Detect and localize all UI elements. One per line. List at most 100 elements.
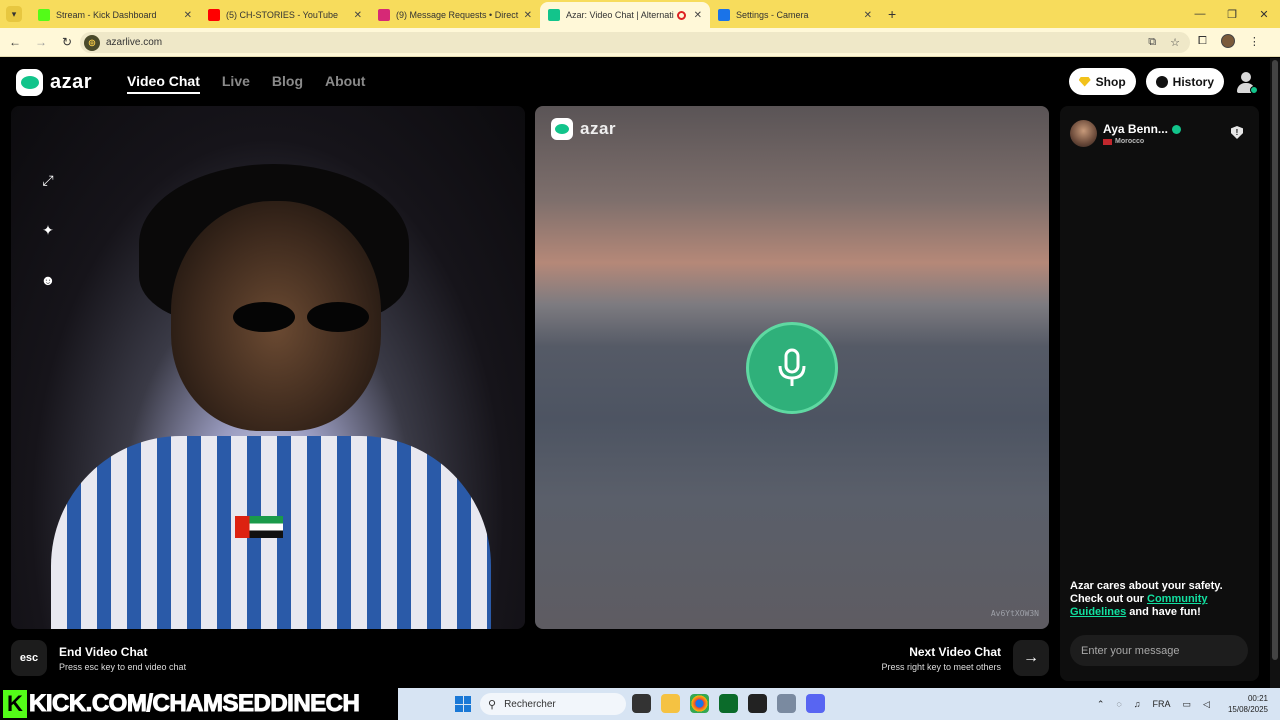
next-chat-hint: Press right key to meet others bbox=[881, 661, 1001, 672]
back-icon[interactable]: ← bbox=[4, 35, 26, 49]
tray-clock[interactable]: 00:21 15/08/2025 bbox=[1228, 693, 1268, 715]
task-view-icon[interactable] bbox=[632, 694, 651, 713]
tab-favicon-icon bbox=[378, 9, 390, 21]
browser-tab[interactable]: Settings - Camera ✕ bbox=[710, 2, 880, 28]
local-video: ⤢ ✦ ☻ bbox=[11, 106, 525, 629]
microphone-icon bbox=[746, 322, 838, 414]
remote-video-watermark: azar bbox=[551, 118, 616, 140]
main-nav: Video Chat Live Blog About bbox=[127, 73, 365, 94]
tab-close-icon[interactable]: ✕ bbox=[184, 10, 192, 21]
remote-video: azar Av6YtXOW3N bbox=[535, 106, 1049, 629]
kick-app-icon[interactable] bbox=[719, 694, 738, 713]
address-bar-row: ← → ↻ ◎ azarlive.com ⧉ ☆ ⧠ ⋮ bbox=[0, 28, 1280, 57]
tray-chevron-up-icon[interactable]: ⌃ bbox=[1097, 699, 1105, 710]
new-tab-button[interactable]: + bbox=[888, 6, 896, 22]
safety-notice: Azar cares about your safety. Check out … bbox=[1070, 580, 1240, 619]
tab-favicon-icon bbox=[718, 9, 730, 21]
tab-strip: Stream - Kick Dashboard ✕ (5) CH-STORIES -… bbox=[30, 0, 880, 28]
next-chat-title: Next Video Chat bbox=[909, 644, 1001, 659]
tray-mic-icon[interactable]: ♫ bbox=[1134, 699, 1141, 709]
clock-icon bbox=[1155, 75, 1168, 88]
esc-key[interactable]: esc bbox=[11, 640, 47, 676]
install-app-icon[interactable]: ⧉ bbox=[1148, 36, 1156, 49]
minimize-button[interactable]: — bbox=[1184, 8, 1216, 20]
bookmark-star-icon[interactable]: ☆ bbox=[1170, 36, 1180, 49]
partner-card[interactable]: Aya Benn... Morocco bbox=[1070, 120, 1181, 147]
restore-button[interactable]: ❐ bbox=[1216, 8, 1248, 21]
end-chat-title: End Video Chat bbox=[59, 644, 148, 659]
close-window-button[interactable]: ✕ bbox=[1248, 8, 1280, 21]
tray-time: 00:21 bbox=[1247, 694, 1268, 703]
tab-close-icon[interactable]: ✕ bbox=[524, 10, 532, 21]
message-input[interactable] bbox=[1070, 635, 1248, 666]
taskbar-search-label: Rechercher bbox=[504, 698, 556, 710]
url-text[interactable]: azarlive.com bbox=[106, 37, 162, 48]
tab-close-icon[interactable]: ✕ bbox=[694, 10, 702, 21]
discord-icon[interactable] bbox=[806, 694, 825, 713]
chrome-icon[interactable] bbox=[690, 694, 709, 713]
tab-close-icon[interactable]: ✕ bbox=[354, 10, 362, 21]
browser-tab[interactable]: Azar: Video Chat | Alternati ✕ bbox=[540, 2, 710, 28]
site-info-icon[interactable]: ◎ bbox=[84, 34, 100, 51]
taskbar-search[interactable]: ⚲ Rechercher bbox=[480, 693, 626, 715]
nav-blog[interactable]: Blog bbox=[272, 73, 303, 94]
arrow-right-icon[interactable]: → bbox=[1013, 640, 1049, 676]
search-icon: ⚲ bbox=[488, 698, 497, 711]
chat-panel: Aya Benn... Morocco ! Azar cares about y… bbox=[1060, 106, 1259, 681]
azar-logo[interactable]: azar bbox=[16, 69, 92, 96]
expand-icon[interactable]: ⤢ bbox=[40, 172, 56, 188]
page-scrollbar[interactable] bbox=[1270, 58, 1280, 688]
azar-watermark-icon bbox=[551, 118, 573, 140]
partner-avatar[interactable] bbox=[1070, 120, 1097, 147]
effects-sparkle-icon[interactable]: ✦ bbox=[40, 222, 56, 238]
tray-display-icon[interactable]: ▭ bbox=[1183, 699, 1192, 710]
nav-live[interactable]: Live bbox=[222, 73, 250, 94]
morocco-flag-icon bbox=[1103, 138, 1112, 145]
tray-language[interactable]: FRA bbox=[1153, 699, 1171, 709]
browser-menu-icon[interactable]: ⋮ bbox=[1249, 35, 1260, 48]
face-mask-icon[interactable]: ☻ bbox=[40, 272, 56, 288]
recording-indicator-icon bbox=[676, 10, 686, 20]
tray-volume-icon[interactable]: ◁ bbox=[1203, 699, 1210, 710]
forward-icon[interactable]: → bbox=[30, 35, 52, 49]
settings-gear-icon[interactable] bbox=[777, 694, 796, 713]
tab-favicon-icon bbox=[38, 9, 50, 21]
browser-tab[interactable]: Stream - Kick Dashboard ✕ bbox=[30, 2, 200, 28]
tab-label: (5) CH-STORIES - YouTube bbox=[226, 10, 339, 20]
report-shield-icon[interactable]: ! bbox=[1231, 126, 1243, 139]
kick-logo-icon: K bbox=[3, 690, 27, 718]
browser-profile-avatar[interactable] bbox=[1220, 34, 1235, 48]
azar-logo-icon bbox=[16, 69, 43, 96]
nav-about[interactable]: About bbox=[325, 73, 365, 94]
tray-network-icon[interactable]: ◌ bbox=[1116, 699, 1121, 709]
azar-logo-text: azar bbox=[50, 71, 93, 93]
reload-icon[interactable]: ↻ bbox=[56, 35, 78, 49]
video-tools: ⤢ ✦ ☻ bbox=[40, 172, 56, 288]
omnibox[interactable]: ◎ azarlive.com ⧉ ☆ bbox=[80, 32, 1190, 53]
kick-overlay-text: KICK.COM/CHAMSEDDINECH bbox=[28, 690, 360, 718]
tab-close-icon[interactable]: ✕ bbox=[864, 10, 872, 21]
browser-tab[interactable]: (5) CH-STORIES - YouTube ✕ bbox=[200, 2, 370, 28]
tab-list-button[interactable]: ▾ bbox=[6, 6, 22, 22]
system-tray: ⌃ ◌ ♫ FRA ▭ ◁ 00:21 15/08/2025 bbox=[1097, 688, 1268, 720]
browser-tab[interactable]: (9) Message Requests • Direct ✕ bbox=[370, 2, 540, 28]
user-profile-icon[interactable] bbox=[1234, 70, 1258, 94]
next-video-chat-control[interactable]: Next Video Chat Press right key to meet … bbox=[881, 640, 1049, 676]
window-controls: — ❐ ✕ bbox=[1184, 0, 1280, 28]
history-button[interactable]: History bbox=[1145, 68, 1224, 95]
verified-icon bbox=[1171, 124, 1181, 134]
partner-name: Aya Benn... bbox=[1103, 122, 1168, 136]
local-video-sunglasses bbox=[233, 302, 369, 332]
nav-video-chat[interactable]: Video Chat bbox=[127, 73, 200, 94]
file-explorer-icon[interactable] bbox=[661, 694, 680, 713]
end-video-chat-control[interactable]: esc End Video Chat Press esc key to end … bbox=[11, 640, 186, 676]
tab-favicon-icon bbox=[548, 9, 560, 21]
header-actions: Shop History bbox=[1068, 68, 1258, 95]
shop-button[interactable]: Shop bbox=[1068, 68, 1136, 95]
session-id: Av6YtXOW3N bbox=[990, 609, 1039, 618]
tab-label: Azar: Video Chat | Alternati bbox=[566, 10, 674, 20]
tab-label: Settings - Camera bbox=[736, 10, 809, 20]
windows-start-icon[interactable] bbox=[455, 696, 471, 712]
extensions-icon[interactable]: ⧠ bbox=[1198, 35, 1207, 48]
obs-icon[interactable] bbox=[748, 694, 767, 713]
